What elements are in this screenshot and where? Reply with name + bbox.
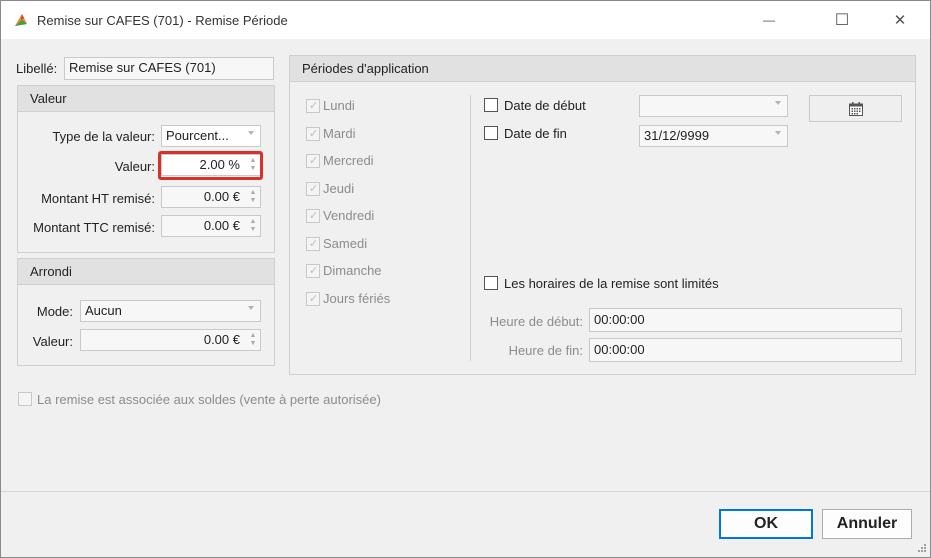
spinner-arrows-icon[interactable]: ▲ ▼	[248, 332, 258, 348]
close-button[interactable]: ✕	[877, 1, 923, 39]
checkbox-soldes[interactable]	[18, 392, 32, 406]
heure-debut-input[interactable]: 00:00:00	[589, 308, 902, 332]
heure-debut-value: 00:00:00	[594, 312, 645, 327]
check-icon: ✓	[309, 155, 319, 167]
check-icon: ✓	[309, 265, 319, 277]
chevron-down-icon	[775, 101, 781, 105]
arrondi-valeur-label: Valeur:	[32, 334, 73, 349]
label-lundi: Lundi	[323, 98, 355, 113]
calendar-button[interactable]	[809, 95, 902, 122]
close-icon: ✕	[893, 12, 907, 29]
check-icon: ✓	[309, 100, 319, 112]
checkbox-dimanche[interactable]: ✓	[306, 264, 320, 278]
check-icon: ✓	[309, 210, 319, 222]
checkbox-vendredi[interactable]: ✓	[306, 209, 320, 223]
heure-debut-label: Heure de début:	[489, 314, 583, 329]
mode-label: Mode:	[36, 304, 73, 319]
label-samedi: Samedi	[323, 236, 368, 251]
montant-ht-input[interactable]: 0.00 € ▲ ▼	[161, 186, 261, 208]
mode-value: Aucun	[85, 303, 122, 318]
title-bar: Remise sur CAFES (701) - Remise Période …	[1, 1, 930, 39]
valeur-highlight-box	[158, 151, 263, 180]
type-valeur-select[interactable]: Pourcent...	[161, 125, 261, 147]
ok-button[interactable]: OK	[719, 509, 813, 539]
label-dimanche: Dimanche	[323, 263, 382, 278]
date-fin-select[interactable]: 31/12/9999	[639, 125, 788, 147]
checkbox-date-debut[interactable]	[484, 98, 498, 112]
periodes-group-header: Périodes d'application	[290, 56, 915, 82]
checkbox-jours-feries[interactable]: ✓	[306, 292, 320, 306]
libelle-field[interactable]: Remise sur CAFES (701)	[64, 57, 274, 80]
arrondi-group-header: Arrondi	[18, 259, 274, 285]
label-mercredi: Mercredi	[323, 153, 374, 168]
label-vendredi: Vendredi	[323, 208, 375, 223]
montant-ttc-label: Montant TTC remisé:	[33, 220, 155, 235]
app-logo-icon	[15, 14, 27, 26]
window-title: Remise sur CAFES (701) - Remise Période	[37, 13, 288, 28]
resize-grip-icon[interactable]	[917, 543, 927, 553]
checkbox-lundi[interactable]: ✓	[306, 99, 320, 113]
chevron-down-icon	[248, 306, 254, 310]
valeur-label: Valeur:	[114, 159, 155, 174]
checkbox-horaires-limites[interactable]	[484, 276, 498, 290]
minimize-button[interactable]: —	[746, 1, 792, 39]
montant-ht-value: 0.00 €	[203, 189, 240, 204]
label-date-fin: Date de fin	[504, 126, 567, 141]
heure-fin-label: Heure de fin:	[508, 343, 583, 358]
chevron-down-icon	[775, 131, 781, 135]
type-valeur-value: Pourcent...	[166, 128, 229, 143]
heure-fin-value: 00:00:00	[594, 342, 645, 357]
libelle-label: Libellé:	[16, 61, 58, 76]
label-jeudi: Jeudi	[323, 181, 355, 196]
arrondi-valeur-input[interactable]: 0.00 € ▲ ▼	[80, 329, 261, 351]
dialog-window: Remise sur CAFES (701) - Remise Période …	[0, 0, 931, 558]
libelle-value: Remise sur CAFES (701)	[69, 60, 216, 75]
calendar-icon	[848, 101, 863, 116]
minimize-icon: —	[763, 13, 775, 27]
label-date-debut: Date de début	[504, 98, 586, 113]
checkbox-jeudi[interactable]: ✓	[306, 182, 320, 196]
check-icon: ✓	[309, 183, 319, 195]
checkbox-mardi[interactable]: ✓	[306, 127, 320, 141]
valeur-group-header: Valeur	[18, 86, 274, 112]
label-jours-feries: Jours fériés	[323, 291, 391, 306]
date-debut-select[interactable]	[639, 95, 788, 117]
chevron-down-icon	[248, 131, 254, 135]
check-icon: ✓	[309, 238, 319, 250]
montant-ttc-input[interactable]: 0.00 € ▲ ▼	[161, 215, 261, 237]
label-soldes: La remise est associée aux soldes (vente…	[37, 392, 381, 407]
spinner-arrows-icon[interactable]: ▲ ▼	[248, 218, 258, 234]
maximize-button[interactable]: ☐	[819, 1, 865, 39]
type-valeur-label: Type de la valeur:	[52, 129, 155, 144]
montant-ttc-value: 0.00 €	[203, 218, 240, 233]
checkbox-date-fin[interactable]	[484, 126, 498, 140]
arrondi-valeur-value: 0.00 €	[203, 332, 240, 347]
label-horaires-limites: Les horaires de la remise sont limités	[504, 276, 719, 291]
date-fin-value: 31/12/9999	[644, 128, 710, 143]
checkbox-mercredi[interactable]: ✓	[306, 154, 320, 168]
spinner-arrows-icon[interactable]: ▲ ▼	[248, 189, 258, 205]
maximize-icon: ☐	[834, 12, 850, 29]
footer-divider	[1, 491, 930, 492]
label-mardi: Mardi	[323, 126, 356, 141]
cancel-button[interactable]: Annuler	[822, 509, 912, 539]
checkbox-samedi[interactable]: ✓	[306, 237, 320, 251]
check-icon: ✓	[309, 293, 319, 305]
montant-ht-label: Montant HT remisé:	[41, 191, 155, 206]
heure-fin-input[interactable]: 00:00:00	[589, 338, 902, 362]
mode-select[interactable]: Aucun	[80, 300, 261, 322]
check-icon: ✓	[309, 128, 319, 140]
